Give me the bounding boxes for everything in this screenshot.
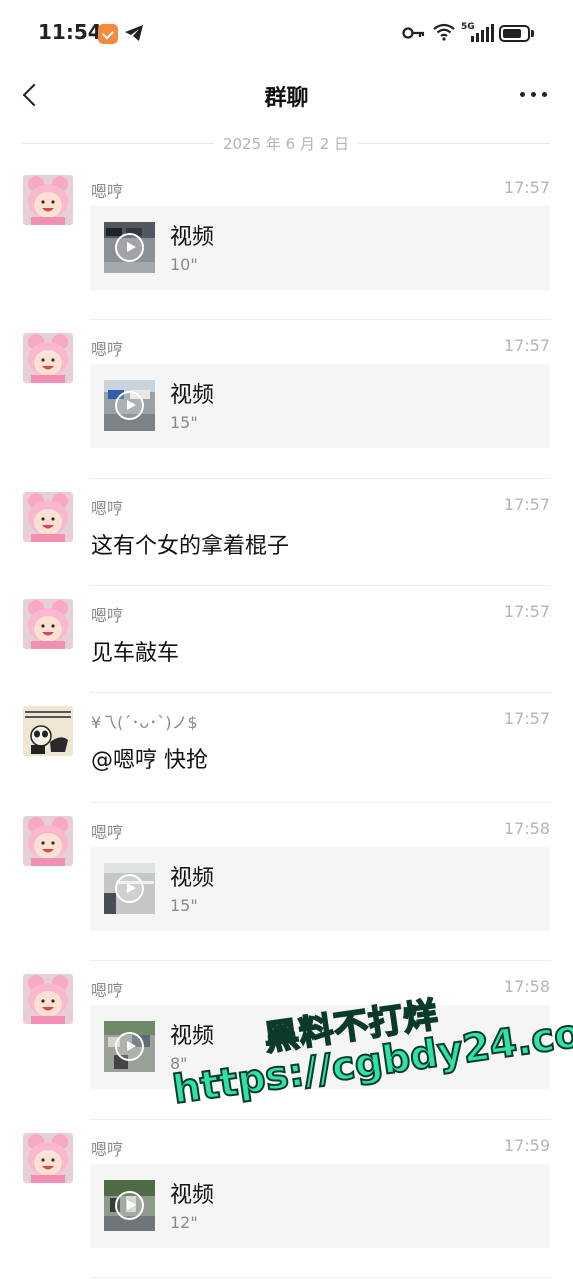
sender-name: 嗯哼 <box>91 981 124 1000</box>
avatar[interactable] <box>23 706 73 756</box>
app-badge-icon <box>98 24 118 44</box>
message-time: 17:58 <box>503 977 550 996</box>
sender-name: 嗯哼 <box>91 182 124 201</box>
video-card[interactable]: 视频 15" <box>90 364 550 448</box>
video-duration: 15" <box>170 896 198 915</box>
video-thumbnail <box>104 380 155 431</box>
video-title: 视频 <box>170 866 215 891</box>
video-title: 视频 <box>170 383 215 408</box>
battery-tip <box>531 30 534 37</box>
nav-bar: 群聊 <box>0 66 573 122</box>
video-card[interactable]: 视频 12" <box>90 1164 550 1248</box>
message-time: 17:57 <box>503 602 550 621</box>
play-icon <box>115 233 144 262</box>
video-card[interactable]: 视频 15" <box>90 847 550 931</box>
video-thumbnail <box>104 222 155 273</box>
video-title: 视频 <box>170 225 215 250</box>
message-time: 17:57 <box>503 495 550 514</box>
message-time: 17:57 <box>503 336 550 355</box>
avatar[interactable] <box>23 1133 73 1183</box>
message-time: 17:57 <box>503 709 550 728</box>
play-icon <box>115 1191 144 1220</box>
message-time: 17:58 <box>503 819 550 838</box>
avatar[interactable] <box>23 974 73 1024</box>
sender-name: 嗯哼 <box>91 340 124 359</box>
avatar[interactable] <box>23 599 73 649</box>
status-bar: 11:54 5G <box>0 0 573 66</box>
telegram-icon <box>125 25 143 41</box>
page-title: 群聊 <box>264 86 309 111</box>
sender-name: 嗯哼 <box>91 499 124 518</box>
video-thumbnail <box>104 1021 155 1072</box>
sender-name: ¥乁(´･ᴗ･`)ノ$ <box>91 713 198 732</box>
video-card[interactable]: 视频 8" <box>90 1005 550 1089</box>
message-row: 嗯哼 17:57 视频 10" <box>0 162 573 320</box>
play-icon <box>115 1032 144 1061</box>
video-duration: 8" <box>170 1054 188 1073</box>
message-separator <box>90 1277 551 1278</box>
wifi-icon <box>433 23 455 41</box>
video-card[interactable]: 视频 10" <box>90 206 550 290</box>
message-text: @嗯哼 快抢 <box>91 748 208 773</box>
message-row: 嗯哼 17:59 视频 12" <box>0 1120 573 1278</box>
message-text: 见车敲车 <box>91 641 180 666</box>
play-icon <box>115 874 144 903</box>
video-duration: 10" <box>170 255 198 274</box>
divider-line <box>358 143 550 144</box>
sender-name: 嗯哼 <box>91 823 124 842</box>
more-icon[interactable] <box>514 82 554 106</box>
message-row: 嗯哼 17:58 视频 8" <box>0 961 573 1120</box>
date-divider: 2025 年 6 月 2 日 <box>22 132 550 154</box>
sender-name: 嗯哼 <box>91 606 124 625</box>
message-row: 嗯哼 17:57 这有个女的拿着棍子 <box>0 479 573 586</box>
avatar[interactable] <box>23 492 73 542</box>
message-text: 这有个女的拿着棍子 <box>91 534 290 559</box>
battery-icon <box>499 25 530 42</box>
video-thumbnail <box>104 1180 155 1231</box>
avatar[interactable] <box>23 816 73 866</box>
avatar[interactable] <box>23 175 73 225</box>
message-time: 17:57 <box>503 178 550 197</box>
battery-level-fill <box>503 29 521 38</box>
message-list: 嗯哼 17:57 视频 10" 嗯哼 17:57 视频 15" 嗯哼 17:57 这 <box>0 162 573 1278</box>
message-row: ¥乁(´･ᴗ･`)ノ$ 17:57 @嗯哼 快抢 <box>0 693 573 803</box>
sender-name: 嗯哼 <box>91 1140 124 1159</box>
video-title: 视频 <box>170 1183 215 1208</box>
video-thumbnail <box>104 863 155 914</box>
video-duration: 15" <box>170 413 198 432</box>
status-time: 11:54 <box>38 20 102 44</box>
video-title: 视频 <box>170 1024 215 1049</box>
message-row: 嗯哼 17:58 视频 15" <box>0 803 573 961</box>
signal-icon <box>471 24 494 42</box>
avatar[interactable] <box>23 333 73 383</box>
play-icon <box>115 391 144 420</box>
video-duration: 12" <box>170 1213 198 1232</box>
message-row: 嗯哼 17:57 见车敲车 <box>0 586 573 693</box>
message-row: 嗯哼 17:57 视频 15" <box>0 320 573 479</box>
key-icon <box>402 27 425 39</box>
message-time: 17:59 <box>503 1136 550 1155</box>
